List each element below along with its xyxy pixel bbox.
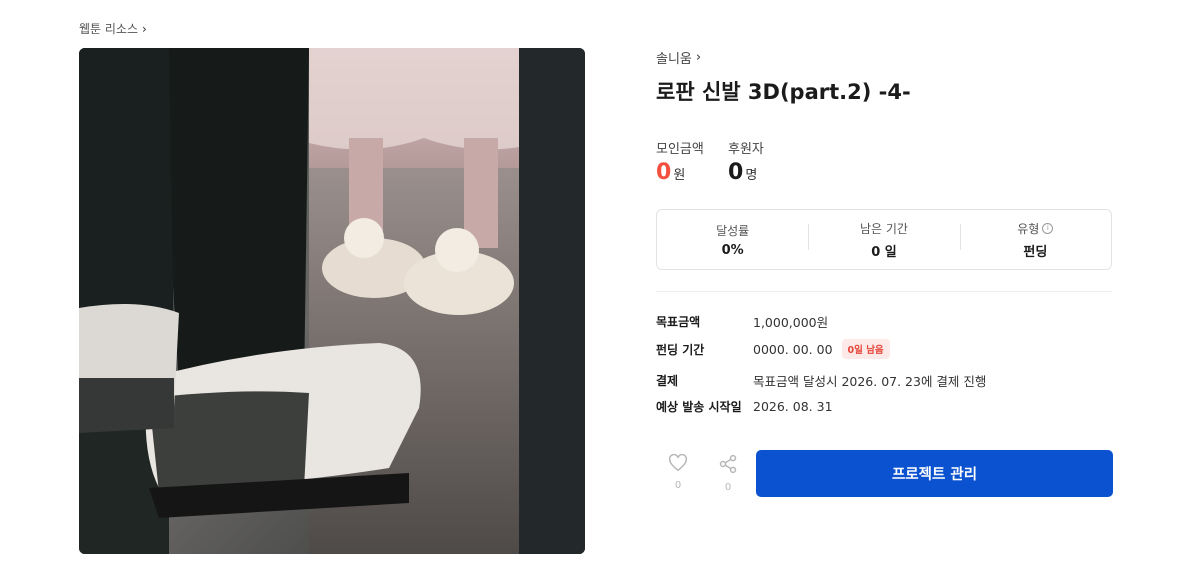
summary-remaining: 남은 기간 0 일 (808, 220, 959, 260)
rate-value: 0% (721, 242, 744, 258)
like-count: 0 (674, 480, 682, 491)
manage-project-button[interactable]: 프로젝트 관리 (756, 450, 1113, 497)
goal-value: 1,000,000원 (753, 315, 829, 330)
remaining-value: 0 일 (871, 244, 897, 260)
share-button[interactable]: 0 (713, 454, 743, 493)
supporters-number: 0 (728, 160, 744, 185)
detail-row-payment: 결제 목표금액 달성시 2026. 07. 23에 결제 진행 (656, 371, 986, 390)
detail-row-goal: 목표금액 1,000,000원 (656, 312, 828, 331)
breadcrumb[interactable]: 웹툰 리소스 › (79, 20, 147, 37)
summary-rate: 달성률 0% (657, 222, 808, 258)
goal-label: 목표금액 (656, 315, 701, 329)
project-title: 로판 신발 3D(part.2) -4- (656, 80, 911, 104)
chevron-right-icon: › (142, 21, 147, 36)
project-image (79, 48, 585, 554)
project-thumbnail (79, 48, 585, 554)
share-count: 0 (724, 482, 732, 493)
divider (656, 291, 1112, 292)
delivery-label: 예상 발송 시작일 (656, 400, 742, 414)
chevron-right-icon: › (695, 50, 702, 65)
amount-unit: 원 (673, 168, 686, 183)
period-value-wrap: 0000. 00. 00 0일 남음 (753, 339, 890, 359)
creator-name[interactable]: 솔니움 (656, 48, 692, 67)
supporters-label: 후원자 (728, 142, 764, 157)
amount-number: 0 (656, 160, 672, 185)
amount-value: 0 원 (656, 160, 685, 185)
share-icon (719, 454, 737, 474)
summary-box: 달성률 0% 남은 기간 0 일 유형 i 펀딩 (656, 209, 1112, 270)
supporters-unit: 명 (745, 168, 758, 183)
like-button[interactable]: 0 (663, 453, 693, 491)
heart-icon (669, 453, 687, 472)
remaining-label: 남은 기간 (860, 221, 908, 236)
remaining-days-badge: 0일 남음 (841, 339, 890, 359)
period-value: 0000. 00. 00 (753, 341, 833, 357)
amount-label: 모인금액 (656, 142, 704, 157)
detail-row-delivery: 예상 발송 시작일 2026. 08. 31 (656, 398, 833, 415)
type-label-wrap: 유형 i (960, 220, 1111, 237)
rate-label: 달성률 (716, 223, 750, 238)
type-value: 펀딩 (1023, 244, 1048, 260)
payment-value: 목표금액 달성시 2026. 07. 23에 결제 진행 (753, 374, 987, 389)
period-label: 펀딩 기간 (656, 342, 705, 357)
breadcrumb-label[interactable]: 웹툰 리소스 (79, 20, 138, 37)
detail-row-period: 펀딩 기간 0000. 00. 00 0일 남음 (656, 339, 890, 359)
payment-label: 결제 (656, 374, 679, 388)
delivery-value: 2026. 08. 31 (753, 399, 833, 414)
info-icon[interactable]: i (1042, 222, 1054, 234)
summary-type: 유형 i 펀딩 (959, 220, 1111, 260)
creator-link[interactable]: 솔니움 › (656, 48, 701, 67)
type-label: 유형 (1017, 221, 1040, 236)
supporters-value: 0 명 (728, 160, 757, 185)
